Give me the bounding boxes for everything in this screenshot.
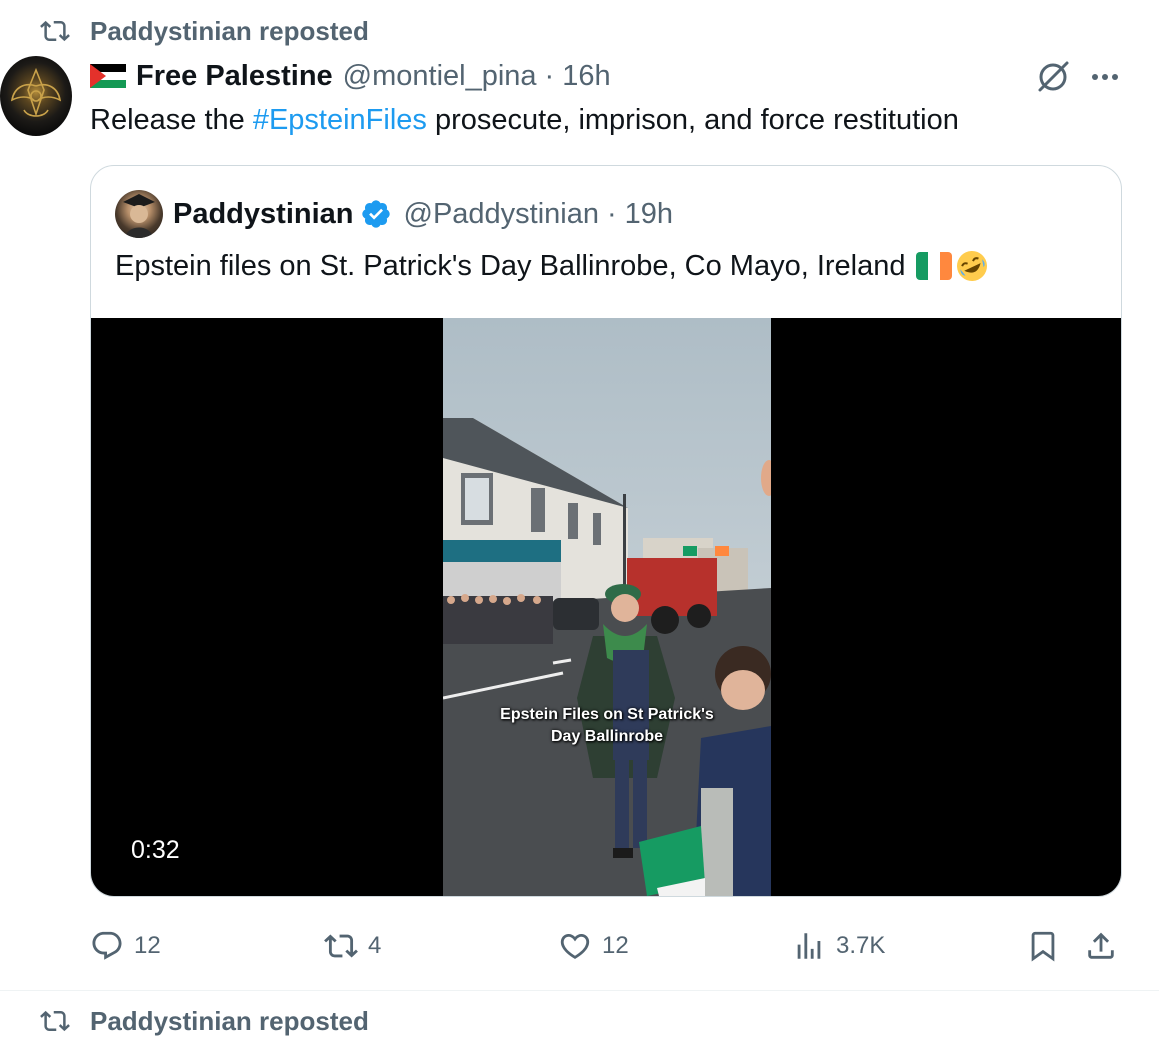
- grok-icon[interactable]: [1034, 58, 1072, 96]
- tweet-text-prefix: Release the: [90, 104, 253, 136]
- share-icon: [1088, 932, 1114, 959]
- quoted-timestamp[interactable]: 19h: [625, 198, 673, 231]
- tweet-header: Free Palestine @montiel_pina · 16h: [90, 56, 611, 96]
- reply-count: 12: [134, 932, 161, 959]
- video-caption: Epstein Files on St Patrick's Day Ballin…: [443, 704, 771, 748]
- like-count: 12: [602, 932, 629, 959]
- more-icon[interactable]: [1088, 62, 1122, 92]
- quoted-tweet-header: Paddystinian @Paddystinian · 19h: [115, 190, 673, 238]
- palestine-flag-icon: [90, 64, 126, 88]
- bookmark-button[interactable]: [1026, 926, 1070, 966]
- timestamp[interactable]: 16h: [562, 60, 610, 93]
- retweet-header[interactable]: Paddystinian reposted: [40, 14, 369, 48]
- repost-icon: [40, 20, 70, 42]
- video-frame: Epstein Files on St Patrick's Day Ballin…: [443, 318, 771, 896]
- quoted-display-name[interactable]: Paddystinian: [173, 198, 354, 231]
- views-button[interactable]: 3.7K: [792, 926, 885, 966]
- like-button[interactable]: 12: [558, 926, 629, 966]
- video-caption-line-1: Epstein Files on St Patrick's: [500, 706, 714, 723]
- quoted-separator: ·: [607, 197, 617, 230]
- repost-button[interactable]: 4: [324, 926, 381, 966]
- like-icon: [560, 933, 590, 959]
- ireland-flag-icon: [915, 252, 952, 280]
- tweet-text-suffix: prosecute, imprison, and force restituti…: [426, 104, 959, 136]
- quoted-avatar[interactable]: [115, 190, 163, 238]
- bookmark-icon: [1031, 931, 1055, 962]
- divider: [0, 990, 1159, 991]
- quoted-user-handle[interactable]: @Paddystinian: [404, 198, 600, 231]
- video-player[interactable]: Epstein Files on St Patrick's Day Ballin…: [91, 318, 1121, 896]
- avatar-emblem: [10, 67, 62, 117]
- quoted-tweet-body: Epstein files on St. Patrick's Day Balli…: [115, 250, 906, 282]
- verified-icon: [361, 200, 390, 228]
- user-handle[interactable]: @montiel_pina: [343, 60, 537, 93]
- next-retweet-label: Paddystinian reposted: [90, 1005, 369, 1036]
- views-icon: [797, 933, 821, 959]
- video-caption-line-2: Day Ballinrobe: [550, 728, 664, 745]
- quoted-avatar-portrait: [123, 194, 155, 238]
- display-name[interactable]: Free Palestine: [136, 60, 333, 93]
- separator: ·: [544, 59, 555, 92]
- video-duration: 0:32: [131, 836, 180, 864]
- avatar[interactable]: [0, 56, 72, 136]
- repost-icon: [324, 934, 358, 958]
- rolling-laughing-emoji-icon: [956, 251, 987, 281]
- tweet-actions: 12 4 12 3.7K: [90, 926, 1130, 966]
- video-still: [443, 318, 771, 896]
- repost-count: 4: [368, 932, 382, 959]
- reply-icon: [92, 931, 122, 960]
- quoted-tweet-text: Epstein files on St. Patrick's Day Balli…: [115, 246, 990, 286]
- view-count: 3.7K: [836, 932, 886, 959]
- next-retweet-header[interactable]: Paddystinian reposted: [40, 1004, 369, 1038]
- quoted-tweet-card[interactable]: Paddystinian @Paddystinian · 19h Epstein…: [90, 165, 1122, 897]
- tweet-text: Release the #EpsteinFiles prosecute, imp…: [90, 100, 959, 140]
- share-button[interactable]: [1084, 926, 1128, 966]
- reply-button[interactable]: 12: [90, 926, 161, 966]
- retweet-label: Paddystinian reposted: [90, 15, 369, 46]
- hashtag-link[interactable]: #EpsteinFiles: [253, 104, 427, 136]
- repost-icon: [40, 1010, 70, 1032]
